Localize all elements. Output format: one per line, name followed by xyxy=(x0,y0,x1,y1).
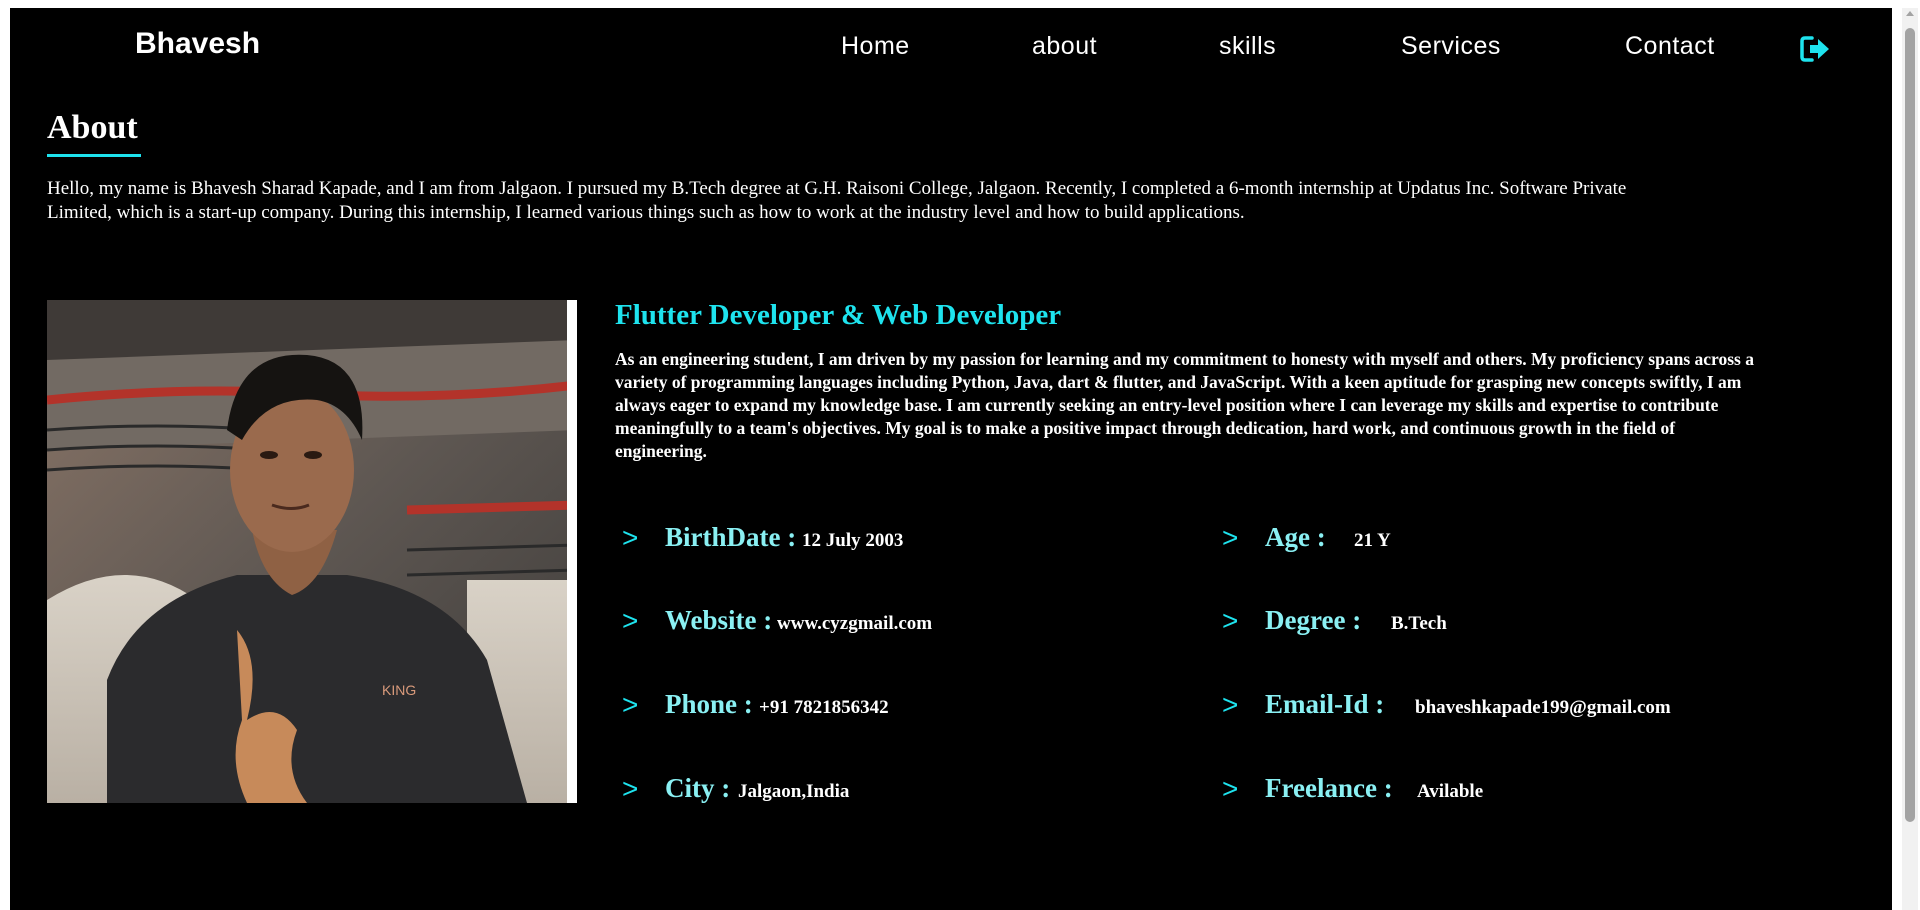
main-nav: Home about skills Services Contact xyxy=(10,32,1892,72)
detail-value: B.Tech xyxy=(1391,613,1447,634)
chevron-right-icon: > xyxy=(622,522,639,553)
detail-label: Email-Id : xyxy=(1265,689,1385,719)
chevron-right-icon: > xyxy=(1222,522,1239,553)
nav-services[interactable]: Services xyxy=(1401,32,1501,61)
title-underline xyxy=(47,154,141,157)
page-viewport: Bhavesh Home about skills Services Conta… xyxy=(10,8,1892,910)
chevron-right-icon: > xyxy=(622,689,639,720)
nav-home[interactable]: Home xyxy=(841,32,910,61)
detail-label: Phone : xyxy=(665,689,753,719)
detail-label: City : xyxy=(665,773,731,803)
detail-value: www.cyzgmail.com xyxy=(777,613,933,634)
role-heading: Flutter Developer & Web Developer xyxy=(615,299,1062,331)
detail-label: Freelance : xyxy=(1265,773,1393,803)
detail-label: Degree : xyxy=(1265,605,1362,635)
detail-value: 21 Y xyxy=(1354,530,1391,551)
chevron-right-icon: > xyxy=(622,605,639,636)
sign-out-icon[interactable] xyxy=(1800,35,1832,63)
vertical-scrollbar[interactable] xyxy=(1902,8,1918,910)
profile-photo: KING xyxy=(47,300,577,803)
nav-skills[interactable]: skills xyxy=(1219,32,1276,61)
chevron-right-icon: > xyxy=(1222,689,1239,720)
section-title: About xyxy=(47,109,138,146)
detail-label: Age : xyxy=(1265,522,1326,552)
detail-value: 12 July 2003 xyxy=(802,530,904,551)
chevron-right-icon: > xyxy=(1222,605,1239,636)
scroll-up-arrow-icon[interactable] xyxy=(1906,11,1914,16)
detail-value: Jalgaon,India xyxy=(738,781,850,802)
chevron-right-icon: > xyxy=(622,773,639,804)
nav-about[interactable]: about xyxy=(1032,32,1097,61)
detail-label: Website : xyxy=(665,605,773,635)
detail-label: BirthDate : xyxy=(665,522,797,552)
detail-value: +91 7821856342 xyxy=(759,697,889,718)
description-paragraph: As an engineering student, I am driven b… xyxy=(615,349,1754,461)
nav-contact[interactable]: Contact xyxy=(1625,32,1715,61)
detail-value: bhaveshkapade199@gmail.com xyxy=(1415,697,1671,718)
chevron-right-icon: > xyxy=(1222,773,1239,804)
scrollbar-thumb[interactable] xyxy=(1905,28,1915,822)
detail-value: Avilable xyxy=(1417,781,1484,802)
intro-paragraph: Hello, my name is Bhavesh Sharad Kapade,… xyxy=(47,178,1627,223)
svg-text:KING: KING xyxy=(382,682,416,698)
